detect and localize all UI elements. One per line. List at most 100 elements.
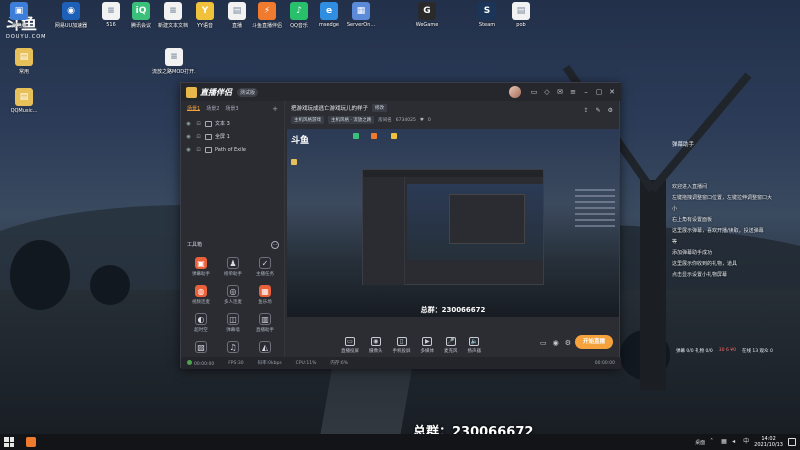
- source-item[interactable]: ◉ ⊡ Path of Exile: [185, 143, 280, 156]
- start-live-button[interactable]: 开始直播: [575, 335, 613, 349]
- tool-item[interactable]: ▦ 鱼乐场: [249, 285, 281, 305]
- control-button[interactable]: 🔈 扬声器: [468, 337, 481, 354]
- mail-icon[interactable]: ✉: [556, 88, 564, 96]
- user-avatar[interactable]: [509, 86, 521, 98]
- douyu-url: DOUYU.COM: [6, 34, 47, 40]
- game-source-icon: [205, 146, 212, 153]
- toolbox-grid: ▣ 弹幕助手 ♟ 榜单助手 ✓ 主播任务 ◍ 视频连麦 ◎ 多人连麦 ▦ 鱼乐场 ◐ 超时空 ◫ 弹幕墙 ▥ 直播…: [185, 257, 283, 355]
- desktop-icon-folder-common[interactable]: ▤ 常用: [2, 48, 46, 75]
- edit-title-button[interactable]: 修改: [372, 104, 388, 112]
- notification-icon[interactable]: [788, 438, 796, 446]
- desktop-icon[interactable]: ▤ pob: [499, 2, 543, 28]
- maximize-icon[interactable]: ▢: [595, 88, 603, 96]
- tool-item[interactable]: ♫: [217, 341, 249, 355]
- tool-item[interactable]: ▥ 直播助手: [249, 313, 281, 333]
- add-scene-icon[interactable]: +: [272, 105, 278, 113]
- tool-item[interactable]: ◫ 弹幕墙: [217, 313, 249, 333]
- network-icon[interactable]: ▦: [721, 439, 727, 445]
- eye-icon[interactable]: ◉: [185, 134, 192, 140]
- overlay-message: 这里展示弹幕，喜欢开播/读取，投送弹幕: [672, 228, 764, 234]
- eye-icon[interactable]: ◉: [553, 339, 559, 347]
- tool-item[interactable]: ♟ 榜单助手: [217, 257, 249, 277]
- tool-icon: ◫: [227, 313, 239, 325]
- lock-icon[interactable]: ⊡: [195, 147, 202, 153]
- lock-icon[interactable]: ⊡: [195, 121, 202, 127]
- source-item[interactable]: ◉ ⊡ 文本 3: [185, 117, 280, 130]
- settings-icon[interactable]: ⚙: [565, 339, 571, 347]
- danmu-overlay[interactable]: 弹幕助手 欢迎进入直播间 左键拖拽调整窗口位置，左键拉伸调整窗口大小右上角有设置面…: [672, 140, 782, 281]
- eye-icon[interactable]: ◉: [185, 147, 192, 153]
- ime-icon[interactable]: 中: [743, 439, 749, 445]
- desktop-icon-label: 流放之路MOD打开.txt: [152, 69, 196, 75]
- tool-item[interactable]: ◐ 超时空: [185, 313, 217, 333]
- tool-item[interactable]: ◍ 视频连麦: [185, 285, 217, 305]
- source-name: Path of Exile: [215, 146, 246, 153]
- desktop-icon[interactable]: ▦ ServerOn...: [339, 2, 383, 28]
- tool-icon: ✓: [259, 257, 271, 269]
- close-icon[interactable]: ✕: [608, 88, 616, 96]
- live-companion-window: 直播伴侣 测试版 ▭ ◇ ✉ ≡ – ▢ ✕ 场景1 场景2 场景3 + ◉ ⊡…: [180, 82, 621, 369]
- eye-icon[interactable]: ◉: [185, 121, 192, 127]
- control-button[interactable]: ◉ 摄像头: [369, 337, 383, 354]
- minimize-icon[interactable]: –: [582, 88, 590, 96]
- chevron-up-icon[interactable]: ˄: [710, 439, 716, 445]
- taskbar-clock[interactable]: 14:02 2021/10/13: [754, 436, 783, 448]
- tool-item[interactable]: ▣ 弹幕助手: [185, 257, 217, 277]
- desktop-icon[interactable]: ▣ 此电脑: [0, 2, 41, 29]
- control-icon: 🎤: [445, 337, 456, 346]
- control-label: 手机投屏: [392, 349, 411, 354]
- menu-icon[interactable]: ≡: [569, 88, 577, 96]
- tab-scene-1[interactable]: 场景1: [187, 105, 201, 112]
- control-button[interactable]: 🎤 麦克风: [444, 337, 458, 354]
- gift-icon[interactable]: ◇: [543, 88, 551, 96]
- control-button[interactable]: ▭ 直播投屏: [341, 337, 359, 354]
- desktop-icon[interactable]: ◉ 网易UU加速器: [49, 2, 93, 29]
- tool-item[interactable]: ✓ 主播任务: [249, 257, 281, 277]
- tool-icon: ♟: [227, 257, 239, 269]
- overlay-message: 小: [672, 206, 678, 212]
- version-badge[interactable]: 测试版: [237, 87, 259, 97]
- tool-icon: ▣: [195, 257, 207, 269]
- wallpaper-tree: [90, 265, 130, 305]
- room-actions: ⇪ ✎ ⚙: [584, 107, 613, 114]
- live-duration: 00:00:00: [187, 359, 214, 367]
- douyu-companion-task-icon[interactable]: [26, 437, 36, 447]
- preview-desktop-icon: [391, 133, 397, 139]
- category-primary[interactable]: 主机风格游戏: [291, 116, 324, 124]
- tray-desktop-label[interactable]: 桌面: [695, 439, 705, 446]
- window-titlebar[interactable]: 直播伴侣 测试版 ▭ ◇ ✉ ≡ – ▢ ✕: [181, 83, 621, 101]
- like-icon: ♥: [419, 117, 424, 123]
- settings-icon[interactable]: ⚙: [608, 107, 613, 114]
- tool-item[interactable]: ◎ 多人连麦: [217, 285, 249, 305]
- tool-icon: ◍: [195, 285, 207, 297]
- more-icon[interactable]: ···: [271, 241, 279, 249]
- source-item[interactable]: ◉ ⊡ 全屏 1: [185, 130, 280, 143]
- lock-icon[interactable]: ⊡: [195, 134, 202, 140]
- overlay-message: 等: [672, 239, 678, 245]
- tool-item[interactable]: ◭: [249, 341, 281, 355]
- overlay-stats: 弹幕 0/0 礼物 0/0 30 6 ¥0 在线 13 观众 0: [676, 348, 773, 354]
- status-bar: 00:00:00 FPS:30 码率:0kbps CPU:11% 内存:6% 0…: [181, 357, 621, 369]
- desktop-icon[interactable]: G WeGame: [405, 2, 449, 28]
- toolbox-title: 工具箱: [187, 242, 203, 248]
- tool-label: 榜单助手: [224, 272, 242, 277]
- share-icon[interactable]: ⇪: [584, 107, 589, 114]
- tool-item[interactable]: ▨: [185, 341, 217, 355]
- desktop-icon-qqmusic-folder[interactable]: ▤ QQMusic...: [2, 88, 46, 114]
- tab-scene-3[interactable]: 场景3: [225, 105, 238, 112]
- app-icon: Y: [196, 2, 214, 20]
- stream-preview[interactable]: 斗鱼 总群：230066672: [287, 129, 619, 317]
- desktop-icon-mod-txt[interactable]: ≡ 流放之路MOD打开.txt: [152, 48, 196, 75]
- edit-icon[interactable]: ✎: [596, 107, 601, 114]
- screen-source-icon: [205, 133, 212, 140]
- windows-start-icon[interactable]: [4, 437, 14, 447]
- volume-icon[interactable]: ◂: [732, 439, 738, 445]
- control-button[interactable]: ▯ 手机投屏: [393, 337, 411, 354]
- message-icon[interactable]: ▭: [530, 88, 538, 96]
- tool-icon: ▨: [195, 341, 207, 353]
- preview-overlay-text: [575, 189, 615, 231]
- camera-toggle-icon[interactable]: ▭: [540, 339, 547, 347]
- category-secondary[interactable]: 主机风格 · 流放之路: [328, 116, 375, 124]
- tab-scene-2[interactable]: 场景2: [206, 105, 219, 112]
- control-button[interactable]: ▶ 多媒体: [421, 337, 434, 354]
